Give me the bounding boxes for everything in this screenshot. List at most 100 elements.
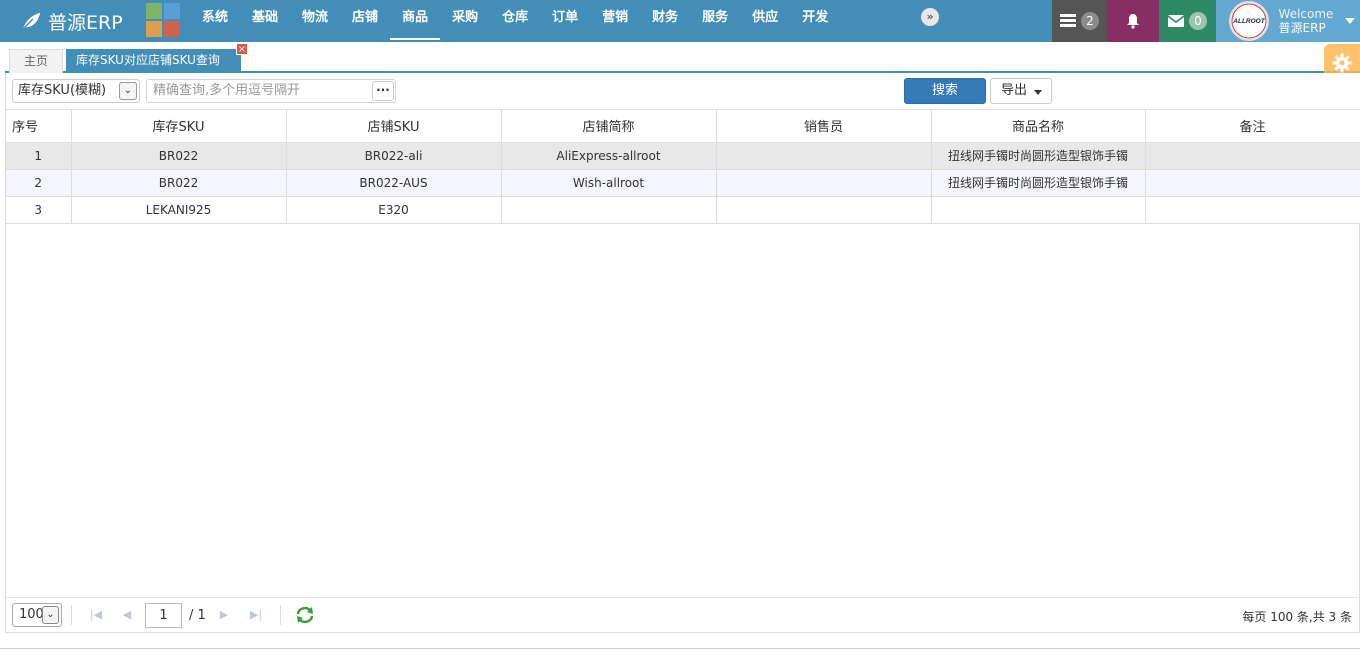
apps-grid-icon[interactable] [146,3,180,37]
envelope-icon [1168,15,1184,27]
column-header[interactable]: 备注 [1145,110,1360,143]
table-cell: LEKANI925 [71,196,287,224]
column-header[interactable]: 序号 [6,110,72,143]
refresh-icon[interactable] [295,606,315,624]
table-cell: 3 [6,196,72,224]
table-cell: 1 [6,142,72,170]
table-cell: 扭线网手镯时尚圆形造型银饰手镯 [931,169,1146,197]
nav-item-5[interactable]: 采购 [440,0,490,42]
table-cell [501,196,717,224]
table-cell [1145,142,1360,170]
chevron-down-icon[interactable]: ⌄ [42,606,59,624]
page-size-value: 100 [19,607,44,622]
table-cell [931,196,1146,224]
nav-item-7[interactable]: 订单 [540,0,590,42]
nav-item-11[interactable]: 供应 [740,0,790,42]
table-cell: BR022-ali [286,142,502,170]
search-input[interactable]: 精确查询,多个用逗号隔开 [146,79,396,103]
nav-item-3[interactable]: 店铺 [340,0,390,42]
right-tools: 2 0 ALLROOT Welcome 普源ERP [1052,0,1360,42]
divider [0,648,1360,649]
bell-icon [1127,14,1139,29]
top-navbar: 普源ERP 系统 基础 物流 店铺 商品 采购 仓库 订单 营销 财务 服务 供应 开发 » 2 [0,0,1360,42]
notifications-button[interactable] [1107,0,1159,42]
table-cell [716,142,932,170]
table-row[interactable]: 1 BR022 BR022-ali AliExpress-allroot 扭线网手镯时尚… [6,142,1360,170]
user-menu[interactable]: ALLROOT Welcome 普源ERP [1216,0,1360,42]
gear-icon [1332,53,1352,73]
first-page-icon[interactable]: |◀ [88,607,104,623]
export-button[interactable]: 导出 [990,78,1052,104]
table-row[interactable]: 2 BR022 BR022-AUS Wish-allroot 扭线网手镯时尚圆形造型银饰… [6,169,1360,197]
close-icon[interactable]: × [236,43,248,55]
caret-down-icon [1345,18,1356,24]
tab-sku-query-label: 库存SKU对应店铺SKU查询 [76,53,220,67]
prev-page-icon[interactable]: ◀ [119,607,135,623]
brand[interactable]: 普源ERP [20,0,123,42]
welcome-text: Welcome [1278,7,1334,21]
column-header[interactable]: 销售员 [716,110,932,143]
nav-item-4[interactable]: 商品 [390,0,441,42]
main-menu: 系统 基础 物流 店铺 商品 采购 仓库 订单 营销 财务 服务 供应 开发 [190,0,840,42]
nav-item-8[interactable]: 营销 [590,0,640,42]
search-field-select[interactable]: 库存SKU(模糊) ⌄ [12,79,140,103]
table-cell: 扭线网手镯时尚圆形造型银饰手镯 [931,142,1146,170]
svg-text:ALLROOT: ALLROOT [1232,18,1265,25]
data-grid: 序号 库存SKU 店铺SKU 店铺简称 销售员 商品名称 备注 1 BR022 BR022-al… [5,109,1360,633]
avatar: ALLROOT [1228,1,1269,41]
table-cell [716,169,932,197]
divider [71,605,72,625]
brand-name: 普源ERP [48,11,123,34]
column-header[interactable]: 店铺SKU [286,110,502,143]
column-header[interactable]: 店铺简称 [501,110,717,143]
table-cell: BR022 [71,169,287,197]
last-page-icon[interactable]: ▶| [248,607,264,623]
table-cell: AliExpress-allroot [501,142,717,170]
table-row[interactable]: 3 LEKANI925 E320 [6,196,1360,224]
table-cell: BR022 [71,142,287,170]
search-toolbar: 库存SKU(模糊) ⌄ 精确查询,多个用逗号隔开 ··· 搜索 导出 [5,73,1360,109]
chevron-down-icon[interactable]: ⌄ [119,82,137,100]
sku-table: 序号 库存SKU 店铺SKU 店铺简称 销售员 商品名称 备注 1 BR022 BR022-al… [6,110,1360,224]
current-page-input[interactable]: 1 [145,603,182,628]
export-label: 导出 [1001,83,1028,98]
nav-item-6[interactable]: 仓库 [490,0,540,42]
leaf-icon [22,12,41,30]
tab-home[interactable]: 主页 [9,49,63,73]
pager-summary: 每页 100 条,共 3 条 [1242,610,1352,624]
table-header-row: 序号 库存SKU 店铺SKU 店铺简称 销售员 商品名称 备注 [6,110,1360,143]
total-pages: / 1 [189,608,206,623]
table-cell: E320 [286,196,502,224]
mail-count-badge: 0 [1189,12,1207,30]
divider [280,605,281,625]
search-field-value: 库存SKU(模糊) [18,83,107,98]
column-header[interactable]: 商品名称 [931,110,1146,143]
search-button[interactable]: 搜索 [904,78,986,104]
more-options-button[interactable]: ··· [372,81,394,101]
nav-item-12[interactable]: 开发 [790,0,840,42]
user-info: Welcome 普源ERP [1279,7,1334,35]
table-cell: BR022-AUS [286,169,502,197]
pagination-bar: 100 ⌄ |◀ ◀ 1 / 1 ▶ ▶| 每页 100 条,共 3 条 [5,597,1360,633]
next-page-icon[interactable]: ▶ [216,607,232,623]
mail-button[interactable]: 0 [1159,0,1216,42]
table-cell [1145,196,1360,224]
nav-item-1[interactable]: 基础 [240,0,290,42]
tab-bar: 主页 库存SKU对应店铺SKU查询 × [5,42,1360,73]
tab-sku-query[interactable]: 库存SKU对应店铺SKU查询 × [66,43,248,73]
page-size-select[interactable]: 100 ⌄ [12,603,62,627]
nav-item-0[interactable]: 系统 [190,0,240,42]
table-cell [1145,169,1360,197]
table-cell: 2 [6,169,72,197]
double-chevron-right-icon[interactable]: » [921,8,939,26]
user-name: 普源ERP [1278,21,1326,35]
caret-down-icon [1034,90,1042,95]
tasks-count-badge: 2 [1081,12,1099,30]
tasks-button[interactable]: 2 [1052,0,1107,42]
column-header[interactable]: 库存SKU [71,110,287,143]
nav-item-2[interactable]: 物流 [290,0,340,42]
table-cell [716,196,932,224]
table-cell: Wish-allroot [501,169,717,197]
nav-item-10[interactable]: 服务 [690,0,740,42]
nav-item-9[interactable]: 财务 [640,0,690,42]
